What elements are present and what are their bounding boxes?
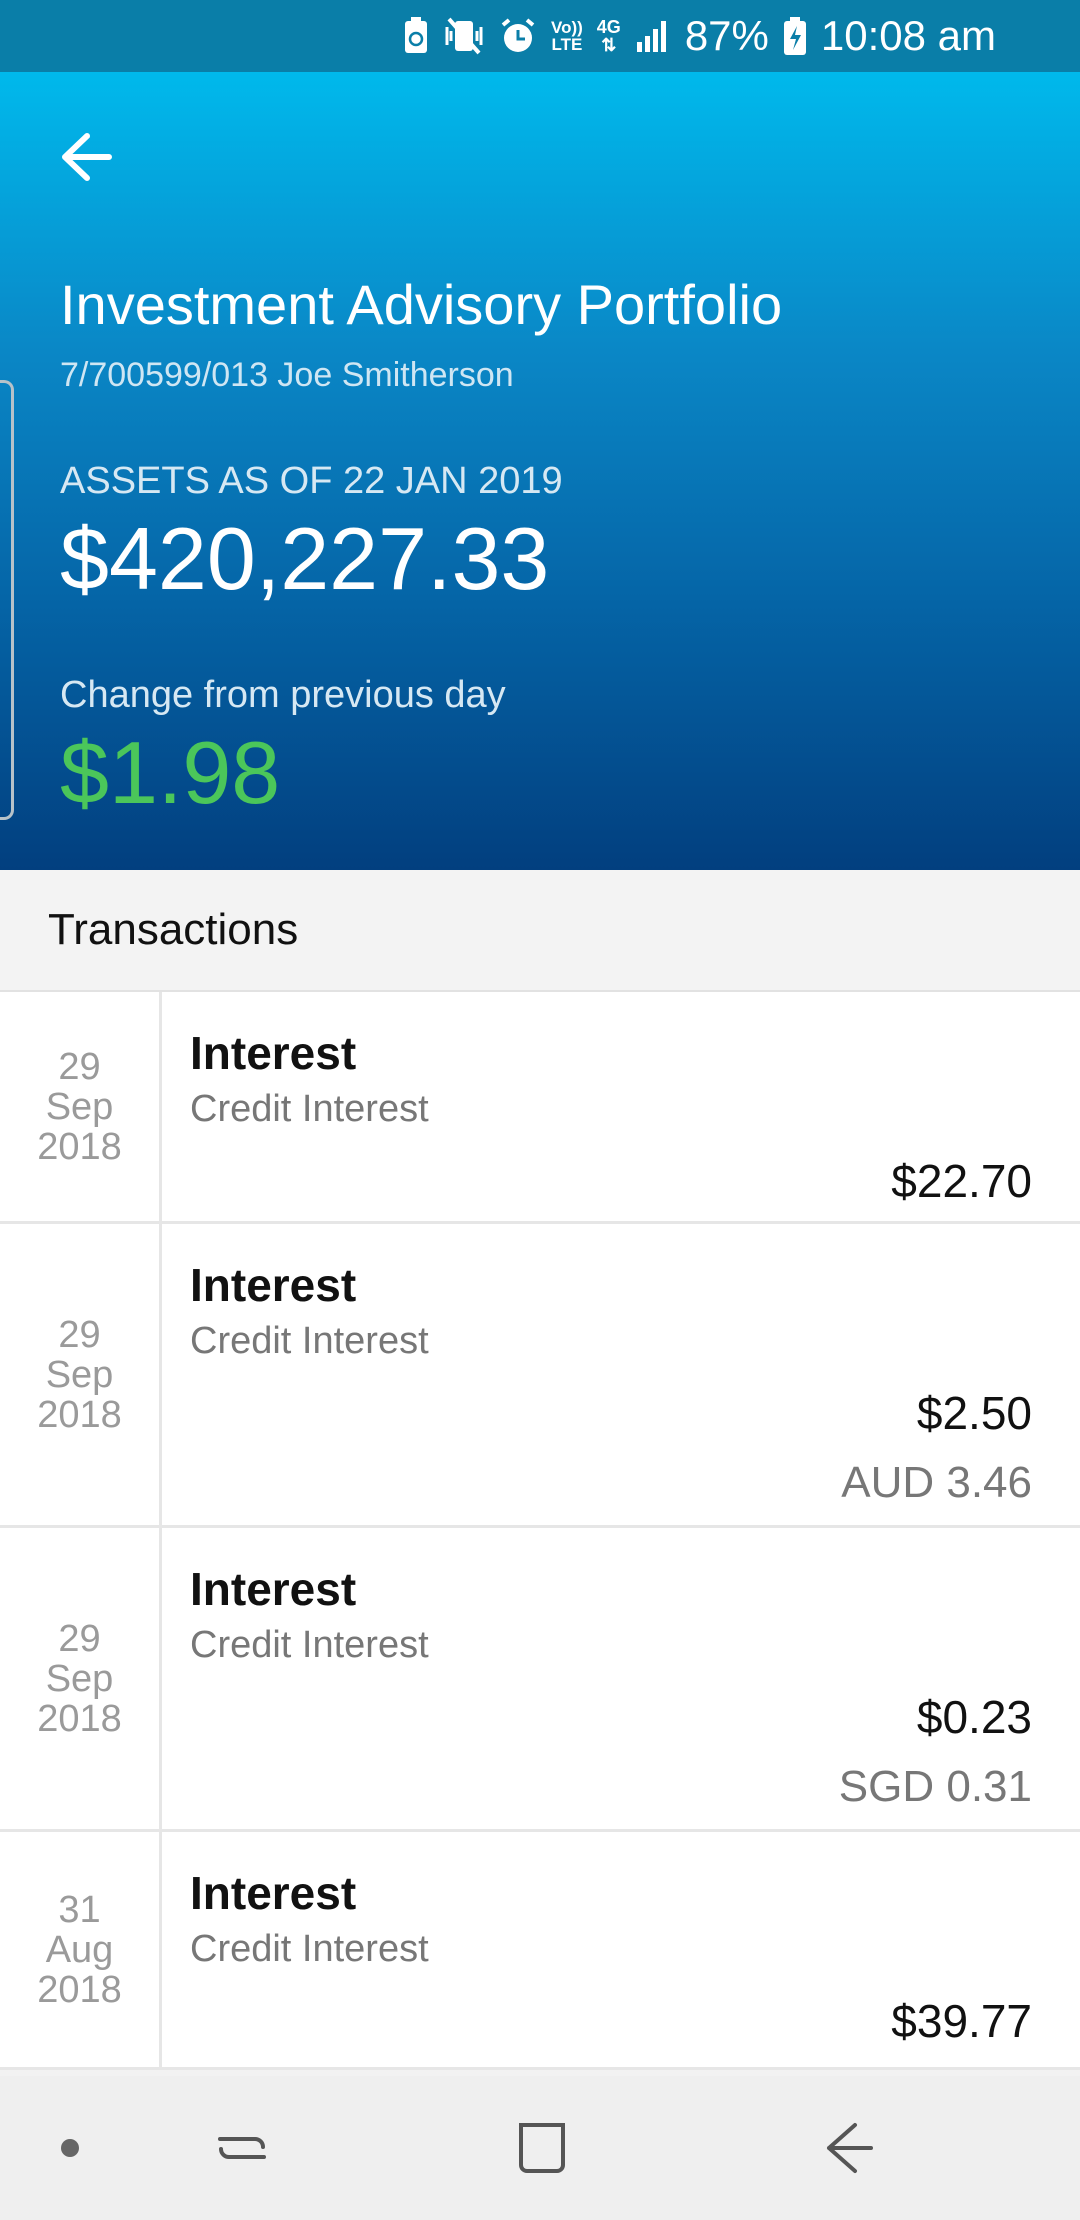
battery-charging-icon <box>783 16 807 56</box>
transaction-title: Interest <box>190 1259 357 1311</box>
transaction-body: Interest Credit Interest $22.70 <box>162 992 1080 1221</box>
change-label: Change from previous day <box>60 674 506 716</box>
transaction-amount: $2.50 <box>916 1387 1032 1439</box>
dot-icon <box>61 2139 79 2157</box>
transactions-list: 29 Sep 2018 Interest Credit Interest $22… <box>0 992 1080 2070</box>
assets-value: $420,227.33 <box>60 509 550 608</box>
home-icon <box>519 2123 565 2173</box>
transaction-subtitle: Credit Interest <box>190 1624 429 1666</box>
status-icons: Vo)) LTE 4G ⇅ 87% 10:08 am <box>403 12 996 60</box>
transaction-date: 29 Sep 2018 <box>0 992 162 1221</box>
alarm-icon <box>499 16 537 56</box>
portfolio-header: Investment Advisory Portfolio 7/700599/0… <box>0 72 1080 870</box>
transaction-body: Interest Credit Interest $0.23 SGD 0.31 <box>162 1528 1080 1829</box>
transaction-date: 31 Aug 2018 <box>0 1832 162 2067</box>
recycle-battery-icon <box>403 16 429 56</box>
volte-icon: Vo)) LTE <box>551 18 583 54</box>
list-item[interactable]: 31 Aug 2018 Interest Credit Interest $39… <box>0 1832 1080 2070</box>
transaction-date: 29 Sep 2018 <box>0 1528 162 1829</box>
list-item[interactable]: 29 Sep 2018 Interest Credit Interest $2.… <box>0 1224 1080 1528</box>
transaction-title: Interest <box>190 1027 357 1079</box>
transaction-body: Interest Credit Interest $39.77 <box>162 1832 1080 2067</box>
recent-apps-icon <box>218 2137 266 2159</box>
account-info: 7/700599/013 Joe Smitherson <box>60 356 514 394</box>
page-title: Investment Advisory Portfolio <box>60 273 783 336</box>
battery-percent: 87% <box>684 12 769 59</box>
back-arrow-icon <box>62 133 112 181</box>
list-item[interactable]: 29 Sep 2018 Interest Credit Interest $0.… <box>0 1528 1080 1832</box>
back-nav-icon <box>827 2123 873 2173</box>
network-type-icon: 4G ⇅ <box>596 17 621 55</box>
transaction-date: 29 Sep 2018 <box>0 1224 162 1525</box>
back-button[interactable] <box>50 122 120 192</box>
transactions-heading: Transactions <box>0 870 1080 992</box>
assets-label: ASSETS AS OF 22 JAN 2019 <box>60 460 563 502</box>
edge-panel-handle[interactable] <box>0 380 14 820</box>
recent-apps-button[interactable] <box>200 2076 284 2220</box>
back-nav-button[interactable] <box>806 2076 890 2220</box>
clock: 10:08 am <box>820 12 996 59</box>
transaction-subtitle: Credit Interest <box>190 1928 429 1970</box>
transaction-title: Interest <box>190 1867 357 1919</box>
transaction-title: Interest <box>190 1563 357 1615</box>
nav-dot[interactable] <box>40 2076 100 2220</box>
transaction-amount: $0.23 <box>916 1691 1032 1743</box>
status-bar: Vo)) LTE 4G ⇅ 87% 10:08 am <box>0 0 1080 72</box>
signal-icon <box>635 16 671 56</box>
list-item[interactable]: 29 Sep 2018 Interest Credit Interest $22… <box>0 992 1080 1224</box>
transaction-body: Interest Credit Interest $2.50 AUD 3.46 <box>162 1224 1080 1525</box>
transaction-amount: $22.70 <box>891 1155 1032 1207</box>
transaction-foreign-amount: AUD 3.46 <box>841 1458 1032 1507</box>
transaction-foreign-amount: SGD 0.31 <box>838 1762 1032 1811</box>
change-value: $1.98 <box>60 723 281 822</box>
transaction-subtitle: Credit Interest <box>190 1088 429 1130</box>
system-nav-bar <box>0 2076 1080 2220</box>
transaction-amount: $39.77 <box>891 1995 1032 2047</box>
transaction-subtitle: Credit Interest <box>190 1320 429 1362</box>
home-button[interactable] <box>500 2076 584 2220</box>
vibrate-mute-icon <box>443 16 485 56</box>
